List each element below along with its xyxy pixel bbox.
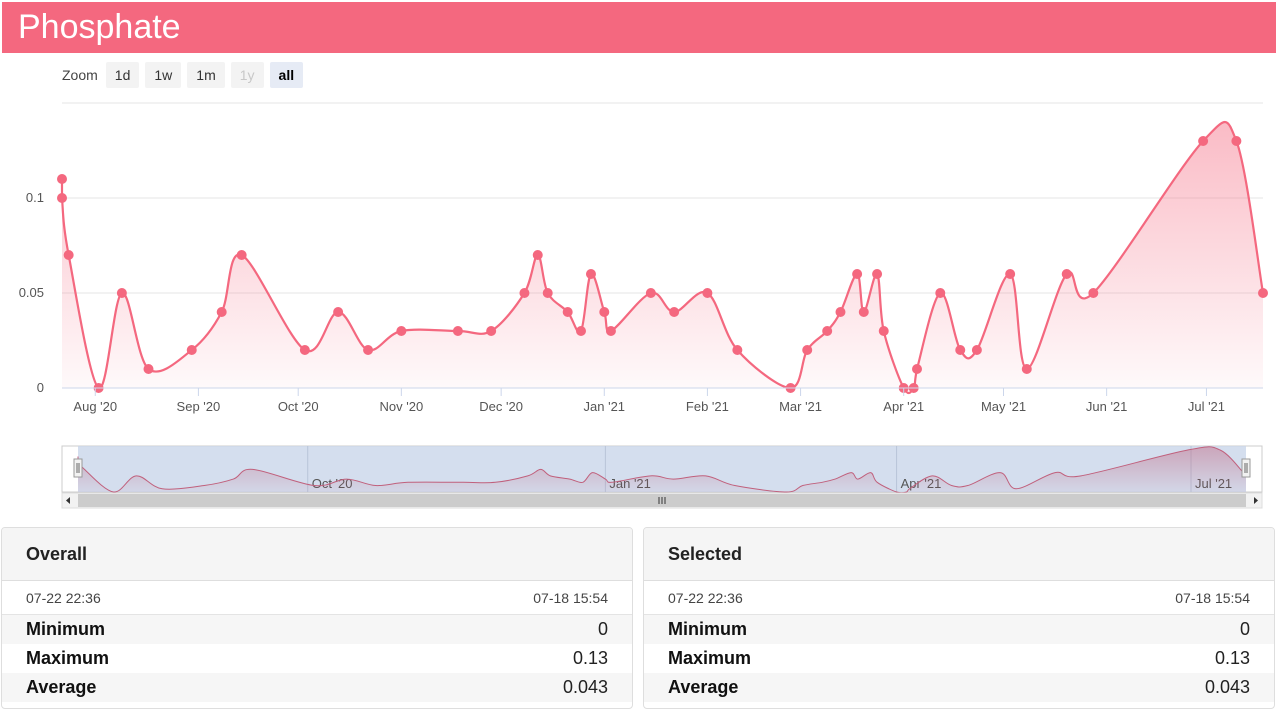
data-point (452, 326, 463, 336)
selected-panel-title: Selected (644, 528, 1274, 581)
data-point (599, 307, 610, 317)
x-tick-label: Mar '21 (779, 399, 822, 414)
data-point (732, 345, 743, 355)
selected-stats-panel: Selected 07-22 22:36 07-18 15:54 Minimum… (643, 527, 1275, 709)
data-point (645, 288, 656, 298)
data-point (835, 307, 846, 317)
y-tick-label: 0.1 (26, 190, 44, 205)
x-tick-label: Jan '21 (584, 399, 626, 414)
data-point (299, 345, 310, 355)
overall-range-start: 07-22 22:36 (26, 590, 101, 606)
x-tick-label: May '21 (981, 399, 1026, 414)
stat-value: 0.043 (1204, 677, 1250, 697)
x-tick-label: Nov '20 (380, 399, 424, 414)
overall-date-range: 07-22 22:36 07-18 15:54 (2, 581, 632, 615)
overall-maximum-row: Maximum 0.13 (2, 644, 632, 673)
x-tick-label: Sep '20 (177, 399, 221, 414)
data-point (143, 364, 154, 374)
stat-label: Average (26, 677, 97, 697)
overall-range-end: 07-18 15:54 (533, 590, 608, 606)
x-tick-label: Oct '20 (278, 399, 319, 414)
data-point (519, 288, 530, 298)
data-point (1231, 136, 1242, 146)
data-point (486, 326, 497, 336)
data-point (1088, 288, 1099, 298)
data-point (822, 326, 833, 336)
selected-minimum-row: Minimum 0 (644, 615, 1274, 644)
overall-stats-panel: Overall 07-22 22:36 07-18 15:54 Minimum … (1, 527, 633, 709)
data-point (1258, 288, 1268, 298)
stat-value: 0.13 (572, 648, 608, 668)
data-point (542, 288, 553, 298)
data-point (878, 326, 889, 336)
stat-value: 0.13 (1214, 648, 1250, 668)
data-point (1061, 269, 1072, 279)
data-point (63, 250, 74, 260)
data-point (802, 345, 813, 355)
data-point (532, 250, 543, 260)
selected-average-row: Average 0.043 (644, 673, 1274, 702)
stat-label: Average (668, 677, 739, 697)
y-tick-label: 0.05 (19, 285, 44, 300)
stat-label: Minimum (26, 619, 105, 639)
data-point (858, 307, 869, 317)
x-tick-label: Jul '21 (1188, 399, 1225, 414)
data-point (955, 345, 966, 355)
data-point (396, 326, 407, 336)
data-point (1198, 136, 1209, 146)
data-point (562, 307, 573, 317)
data-point (669, 307, 680, 317)
data-point (585, 269, 596, 279)
selected-maximum-row: Maximum 0.13 (644, 644, 1274, 673)
data-point (1021, 364, 1032, 374)
navigator-right-handle[interactable] (1241, 458, 1251, 478)
data-point (912, 364, 923, 374)
data-point (702, 288, 713, 298)
x-tick-label: Jun '21 (1086, 399, 1128, 414)
data-point (57, 174, 67, 184)
data-point (935, 288, 946, 298)
stat-label: Maximum (26, 648, 110, 668)
overall-average-row: Average 0.043 (2, 673, 632, 702)
stat-value: 0 (597, 619, 608, 639)
selected-range-start: 07-22 22:36 (668, 590, 743, 606)
stat-value: 0.043 (562, 677, 608, 697)
x-tick-label: Aug '20 (73, 399, 117, 414)
stat-value: 0 (1239, 619, 1250, 639)
data-point (57, 193, 67, 203)
x-tick-label: Dec '20 (479, 399, 523, 414)
stat-label: Minimum (668, 619, 747, 639)
data-point (236, 250, 247, 260)
data-point (971, 345, 982, 355)
data-point (333, 307, 344, 317)
data-point (605, 326, 616, 336)
navigator-left-handle[interactable] (73, 458, 83, 478)
navigator-scrollbar[interactable] (61, 492, 1263, 509)
data-point (852, 269, 863, 279)
data-point (872, 269, 883, 279)
selected-range-end: 07-18 15:54 (1175, 590, 1250, 606)
y-tick-label: 0 (37, 380, 44, 395)
selected-date-range: 07-22 22:36 07-18 15:54 (644, 581, 1274, 615)
overall-minimum-row: Minimum 0 (2, 615, 632, 644)
overall-panel-title: Overall (2, 528, 632, 581)
data-point (216, 307, 227, 317)
data-point (116, 288, 127, 298)
phosphate-chart[interactable]: 0 0.05 0.1 Aug '20 Sep '20 Oct '20 Nov '20 Dec … (0, 0, 1280, 520)
data-point (186, 345, 197, 355)
data-point (1005, 269, 1016, 279)
stat-label: Maximum (668, 648, 752, 668)
x-tick-label: Feb '21 (686, 399, 729, 414)
x-tick-label: Apr '21 (883, 399, 924, 414)
data-point (575, 326, 586, 336)
data-point (363, 345, 374, 355)
